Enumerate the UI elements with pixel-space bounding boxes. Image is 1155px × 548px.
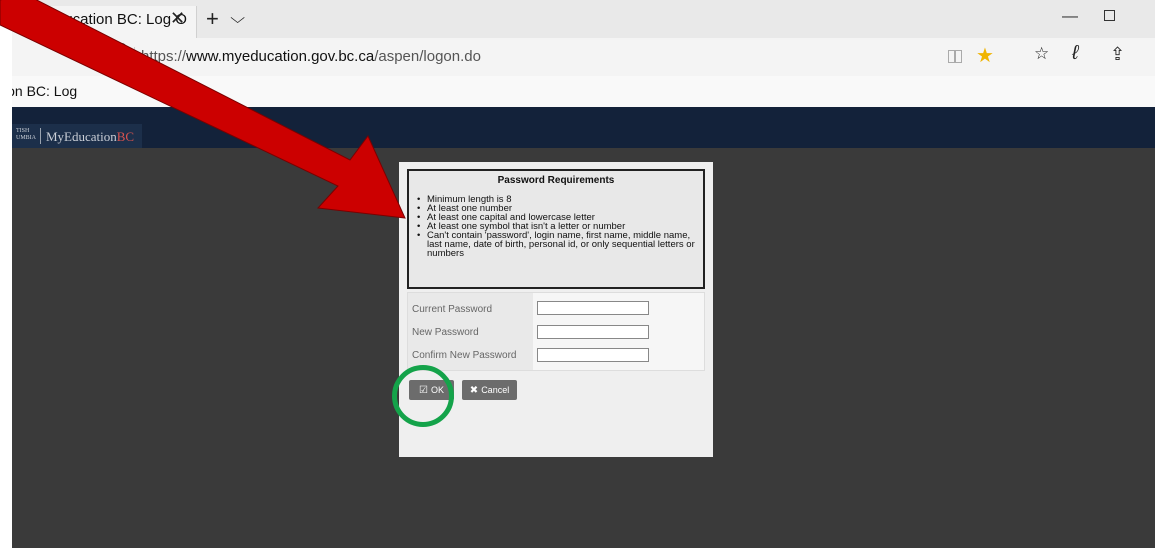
pen-icon[interactable]: ℓ — [1072, 42, 1078, 65]
confirm-password-label: Confirm New Password — [412, 350, 517, 361]
star-icon[interactable]: ★ — [976, 43, 994, 68]
arrow-shape — [0, 0, 406, 219]
new-password-input[interactable] — [537, 325, 649, 339]
requirements-title: Password Requirements — [497, 175, 615, 186]
share-icon[interactable]: ⇪ — [1110, 44, 1125, 65]
restore-window-button[interactable] — [1104, 10, 1115, 21]
confirm-password-input[interactable] — [537, 348, 649, 362]
minimize-window-button[interactable]: — — [1062, 8, 1078, 26]
reading-view-icon[interactable] — [948, 50, 962, 63]
requirement-item: Can't contain 'password', login name, fi… — [416, 231, 698, 259]
close-icon: ✖ — [469, 385, 479, 396]
requirements-list: Minimum length is 8 At least one number … — [416, 195, 698, 259]
favorites-icon[interactable]: ☆ — [1034, 44, 1049, 64]
highlight-circle — [392, 365, 454, 427]
current-password-label: Current Password — [412, 304, 493, 315]
new-password-label: New Password — [412, 327, 479, 338]
annotation-arrow — [0, 0, 406, 219]
cancel-button[interactable]: ✖ Cancel — [462, 380, 517, 400]
cancel-label: Cancel — [481, 385, 510, 395]
current-password-input[interactable] — [537, 301, 649, 315]
